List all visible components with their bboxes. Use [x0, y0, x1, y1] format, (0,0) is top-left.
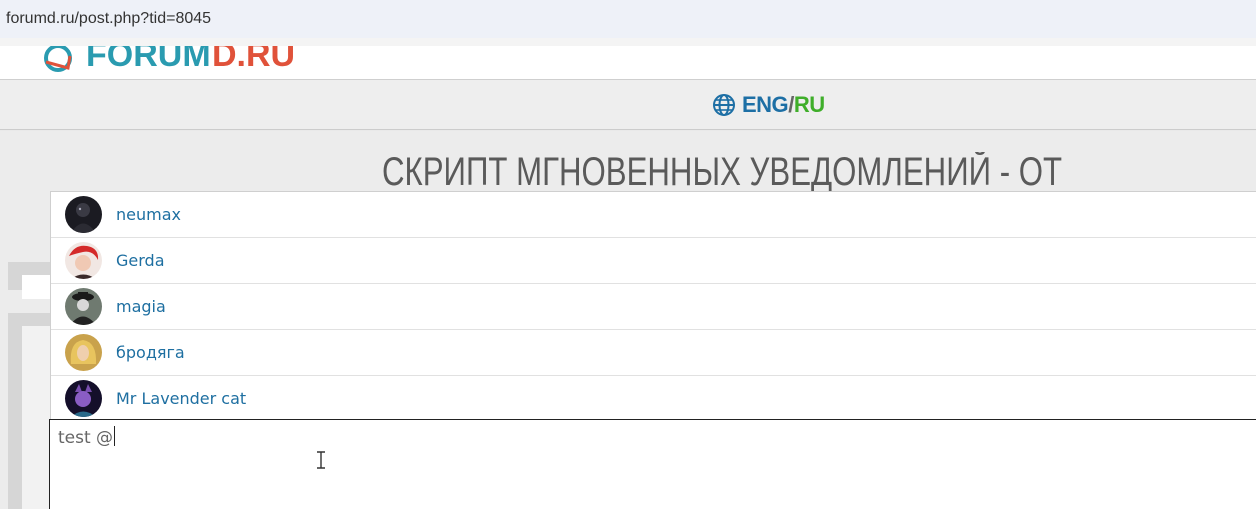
- avatar: [65, 334, 102, 371]
- avatar: [65, 288, 102, 325]
- text-caret: [114, 426, 116, 446]
- globe-icon: [713, 94, 735, 116]
- mention-option[interactable]: magia: [51, 284, 1256, 330]
- mention-option[interactable]: бродяга: [51, 330, 1256, 376]
- avatar: [65, 380, 102, 417]
- language-bar: ENG / RU: [0, 80, 1256, 130]
- avatar: [65, 196, 102, 233]
- mention-username: magia: [116, 297, 166, 316]
- mention-option[interactable]: neumax: [51, 192, 1256, 238]
- message-textarea[interactable]: test @: [49, 419, 1256, 509]
- mention-username: Gerda: [116, 251, 165, 270]
- page-title: СКРИПТ МГНОВЕННЫХ УВЕДОМЛЕНИЙ - ОТВЕТИТЬ: [382, 152, 1064, 192]
- lang-ru-link[interactable]: RU: [794, 92, 825, 118]
- text-cursor-icon: [317, 451, 325, 469]
- mention-option[interactable]: Gerda: [51, 238, 1256, 284]
- panel-inner: [22, 275, 50, 299]
- mention-username: Mr Lavender cat: [116, 389, 247, 408]
- mention-username: neumax: [116, 205, 181, 224]
- svg-text:D.RU: D.RU: [212, 38, 295, 72]
- message-text: test @: [58, 426, 116, 448]
- panel-inner: [22, 326, 50, 509]
- site-header: FORUM D.RU: [0, 38, 1256, 80]
- lang-eng-link[interactable]: ENG: [742, 92, 789, 118]
- mention-username: бродяга: [116, 343, 185, 362]
- site-logo[interactable]: FORUM D.RU: [40, 38, 300, 72]
- mention-option[interactable]: Mr Lavender cat: [51, 376, 1256, 422]
- avatar: [65, 242, 102, 279]
- language-switcher: ENG / RU: [712, 92, 825, 118]
- svg-text:FORUM: FORUM: [86, 38, 211, 72]
- browser-address-bar[interactable]: forumd.ru/post.php?tid=8045: [0, 0, 1256, 38]
- mention-dropdown: neumax Gerda magia бродяга Mr Lavender c…: [50, 191, 1256, 420]
- url-text[interactable]: forumd.ru/post.php?tid=8045: [6, 10, 211, 28]
- message-value: test @: [58, 428, 114, 448]
